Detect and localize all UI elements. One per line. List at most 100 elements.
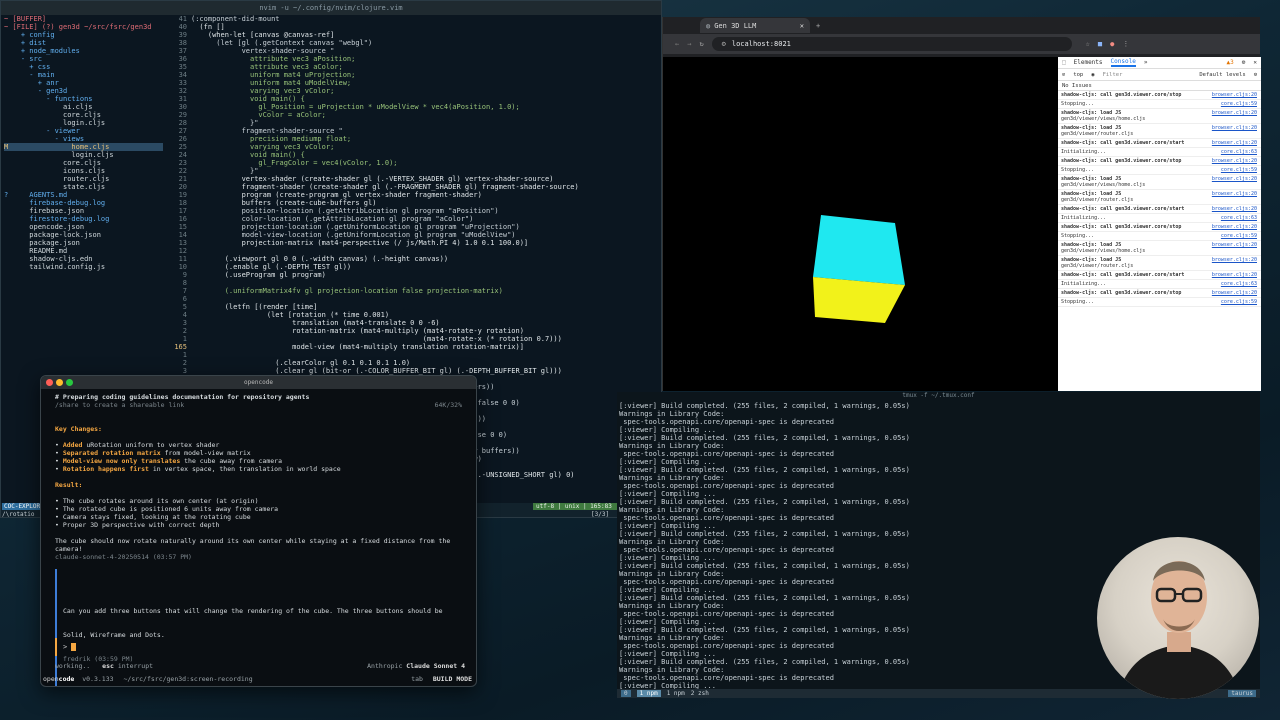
code-line[interactable] <box>191 295 661 303</box>
tree-item[interactable]: + anr <box>4 79 163 87</box>
back-icon[interactable]: ← <box>675 40 679 48</box>
tree-item[interactable]: ? AGENTS.md <box>4 191 163 199</box>
tree-item[interactable]: - views <box>4 135 163 143</box>
code-line[interactable]: (let [gl (.getContext canvas "webgl") <box>191 39 661 47</box>
code-line[interactable]: gl_FragColor = vec4(vColor, 1.0); <box>191 159 661 167</box>
more-tabs-icon[interactable]: » <box>1144 59 1148 66</box>
tree-item[interactable]: - viewer <box>4 127 163 135</box>
menu-icon[interactable]: ⋮ <box>1122 40 1129 48</box>
log-source-link[interactable]: browser.cljs:20 <box>1212 110 1257 116</box>
code-line[interactable]: (.uniformMatrix4fv gl projection-locatio… <box>191 287 661 295</box>
code-line[interactable]: uniform mat4 uProjection; <box>191 71 661 79</box>
context-select[interactable]: top <box>1073 72 1083 78</box>
maximize-window-icon[interactable] <box>66 379 73 386</box>
code-line[interactable] <box>191 247 661 255</box>
tab-console[interactable]: Console <box>1110 58 1136 67</box>
tree-item[interactable]: tailwind.config.js <box>4 263 163 271</box>
tree-item[interactable]: package.json <box>4 239 163 247</box>
opencode-window[interactable]: opencode # Preparing coding guidelines d… <box>40 375 477 687</box>
log-source-link[interactable]: browser.cljs:20 <box>1212 176 1257 182</box>
tree-item[interactable]: + config <box>4 31 163 39</box>
log-levels-select[interactable]: Default levels <box>1199 72 1245 78</box>
console-settings-icon[interactable]: ⚙ <box>1254 72 1257 78</box>
code-line[interactable]: (when-let [canvas @canvas-ref] <box>191 31 661 39</box>
tree-item[interactable]: ~ [BUFFER] <box>4 15 163 23</box>
code-line[interactable]: precision mediump float; <box>191 135 661 143</box>
log-source-link[interactable]: core.cljs:63 <box>1221 215 1257 221</box>
code-line[interactable]: attribute vec3 aColor; <box>191 63 661 71</box>
log-source-link[interactable]: core.cljs:59 <box>1221 233 1257 239</box>
tree-item[interactable]: state.cljs <box>4 183 163 191</box>
tree-item[interactable]: login.cljs <box>4 151 163 159</box>
tree-item[interactable]: + dist <box>4 39 163 47</box>
tab-elements[interactable]: Elements <box>1074 59 1103 66</box>
code-line[interactable]: gl_Position = uProjection * uModelView *… <box>191 103 661 111</box>
tree-item[interactable]: firebase.json <box>4 207 163 215</box>
code-line[interactable]: uniform mat4 uModelView; <box>191 79 661 87</box>
url-field[interactable]: ⚙ localhost:8021 <box>711 37 1072 51</box>
code-line[interactable]: fragment-shader-source " <box>191 127 661 135</box>
code-line[interactable]: position-location (.getAttribLocation gl… <box>191 207 661 215</box>
code-line[interactable]: (.viewport gl 0 0 (.-width canvas) (.-he… <box>191 255 661 263</box>
tree-item[interactable]: firestore-debug.log <box>4 215 163 223</box>
tree-item[interactable]: core.cljs <box>4 159 163 167</box>
clear-console-icon[interactable]: ⊘ <box>1062 72 1065 78</box>
extensions-icon[interactable]: ■ <box>1098 40 1102 48</box>
tree-item[interactable]: opencode.json <box>4 223 163 231</box>
code-line[interactable]: model-view (mat4-multiply translation ro… <box>191 343 661 351</box>
code-line[interactable]: (.clear gl (bit-or (.-COLOR_BUFFER_BIT g… <box>191 367 661 375</box>
tree-item[interactable]: + css <box>4 63 163 71</box>
tree-item[interactable]: M home.cljs <box>4 143 163 151</box>
code-line[interactable]: buffers (create-cube-buffers gl) <box>191 199 661 207</box>
code-line[interactable]: void main() { <box>191 95 661 103</box>
webgl-viewport[interactable] <box>663 57 1058 391</box>
tree-item[interactable]: - src <box>4 55 163 63</box>
tree-item[interactable]: icons.cljs <box>4 167 163 175</box>
code-line[interactable]: projection-location (.getUniformLocation… <box>191 223 661 231</box>
code-line[interactable]: (.useProgram gl program) <box>191 271 661 279</box>
tree-item[interactable]: - functions <box>4 95 163 103</box>
tree-item[interactable]: shadow-cljs.edn <box>4 255 163 263</box>
log-source-link[interactable]: browser.cljs:20 <box>1212 92 1257 98</box>
log-source-link[interactable]: core.cljs:59 <box>1221 101 1257 107</box>
browser-tab[interactable]: ◍ Gen 3D LLM ✕ <box>700 18 810 33</box>
window-zsh[interactable]: 2 zsh <box>691 690 709 697</box>
code-line[interactable]: (let [rotation (* time 0.001) <box>191 311 661 319</box>
log-source-link[interactable]: browser.cljs:20 <box>1212 158 1257 164</box>
code-line[interactable]: vertex-shader-source " <box>191 47 661 55</box>
code-line[interactable]: rotation-matrix (mat4-multiply (mat4-rot… <box>191 327 661 335</box>
log-source-link[interactable]: core.cljs:63 <box>1221 149 1257 155</box>
log-source-link[interactable]: browser.cljs:20 <box>1212 272 1257 278</box>
log-source-link[interactable]: browser.cljs:20 <box>1212 257 1257 263</box>
code-line[interactable]: (:component-did-mount <box>191 15 661 23</box>
close-devtools-icon[interactable]: ✕ <box>1253 59 1257 66</box>
code-line[interactable]: }" <box>191 119 661 127</box>
code-line[interactable]: attribute vec3 aPosition; <box>191 55 661 63</box>
settings-gear-icon[interactable]: ⚙ <box>1242 59 1246 66</box>
issues-bar[interactable]: No Issues <box>1058 81 1261 91</box>
log-source-link[interactable]: browser.cljs:20 <box>1212 191 1257 197</box>
forward-icon[interactable]: → <box>687 40 691 48</box>
devtools-panel[interactable]: ⬚ Elements Console » ▲3 ⚙ ✕ ⊘ top ◉ Filt… <box>1058 57 1261 391</box>
tree-item[interactable]: ai.cljs <box>4 103 163 111</box>
code-line[interactable]: fragment-shader (create-shader gl (.-FRA… <box>191 183 661 191</box>
tree-item[interactable]: package-lock.json <box>4 231 163 239</box>
prompt-input[interactable]: > _ <box>55 638 465 656</box>
log-source-link[interactable]: core.cljs:59 <box>1221 299 1257 305</box>
browser-window[interactable]: ◍ Gen 3D LLM ✕ + ← → ↻ ⚙ localhost:8021 … <box>662 17 1261 391</box>
code-line[interactable]: color-location (.getAttribLocation gl pr… <box>191 215 661 223</box>
close-tab-icon[interactable]: ✕ <box>800 22 804 30</box>
tree-item[interactable]: + node_modules <box>4 47 163 55</box>
log-source-link[interactable]: browser.cljs:20 <box>1212 206 1257 212</box>
bookmark-star-icon[interactable]: ☆ <box>1086 40 1090 48</box>
site-info-icon[interactable]: ⚙ <box>722 40 726 48</box>
inspect-icon[interactable]: ⬚ <box>1062 59 1066 66</box>
eye-icon[interactable]: ◉ <box>1091 72 1094 78</box>
tree-item[interactable]: router.cljs <box>4 175 163 183</box>
code-line[interactable]: (.clearColor gl 0.1 0.1 0.1 1.0) <box>191 359 661 367</box>
code-line[interactable] <box>191 351 661 359</box>
code-line[interactable]: translation (mat4-translate 0 0 -6) <box>191 319 661 327</box>
minimize-window-icon[interactable] <box>56 379 63 386</box>
log-source-link[interactable]: core.cljs:59 <box>1221 167 1257 173</box>
filter-input[interactable]: Filter <box>1103 72 1123 78</box>
